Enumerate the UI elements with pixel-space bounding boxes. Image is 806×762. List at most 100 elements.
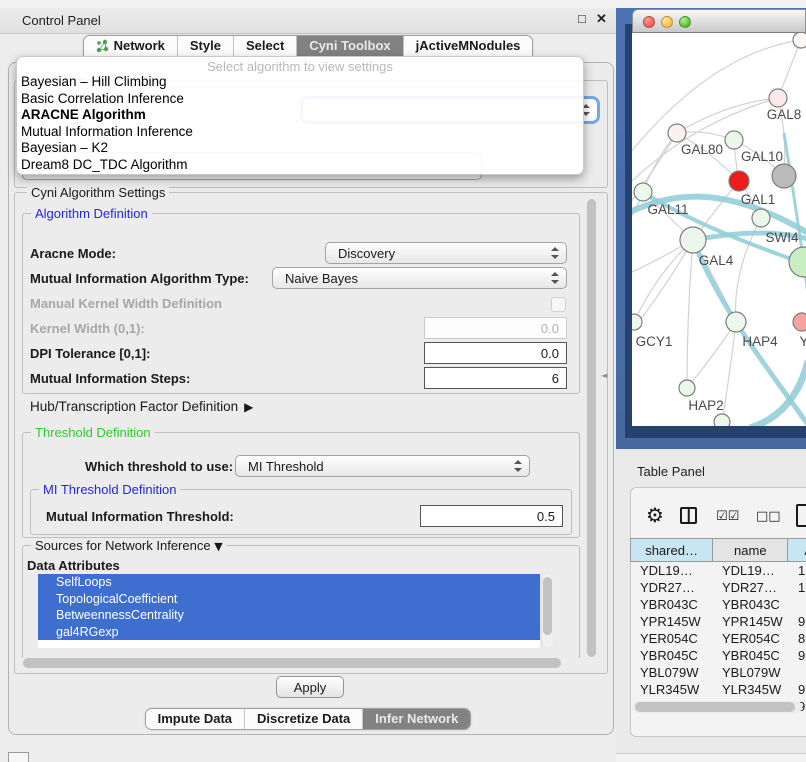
select-all-columns-icon[interactable]: ☑☑ (716, 509, 739, 524)
table-row[interactable]: YBL079WYBL079W (630, 664, 806, 681)
algorithm-option[interactable]: Bayesian – K2 (17, 140, 583, 157)
which-threshold-combobox[interactable]: MI Threshold (235, 455, 530, 477)
bottom-left-widget[interactable] (8, 752, 29, 762)
node-label: GAL11 (647, 202, 688, 217)
table-cell: YDR27… (630, 579, 712, 596)
node-hap2[interactable] (679, 380, 695, 396)
algorithm-list: Bayesian – Hill ClimbingBasic Correlatio… (17, 74, 583, 174)
mi-algorithm-type-combobox[interactable]: Naive Bayes (272, 267, 567, 289)
table-header-row: shared…nameA (630, 538, 806, 562)
bottom-strip (616, 753, 806, 762)
network-edge[interactable] (722, 322, 736, 422)
float-window-icon[interactable]: □ (578, 11, 586, 26)
mi-steps-field[interactable]: 6 (424, 367, 567, 389)
settings-group-title: Cyni Algorithm Settings (27, 185, 169, 200)
table-horizontal-scrollbar[interactable] (632, 701, 802, 713)
network-edge[interactable] (687, 240, 693, 388)
table-row[interactable]: YER054CYER054C8. (630, 630, 806, 647)
gear-icon[interactable]: ⚙ (646, 503, 664, 527)
node-swi4[interactable] (752, 209, 770, 227)
algorithm-option[interactable]: Bayesian – Hill Climbing (17, 74, 583, 91)
data-attribute-item[interactable]: SelfLoops (38, 574, 540, 591)
settings-horizontal-scrollbar[interactable] (20, 657, 582, 669)
apply-button[interactable]: Apply (276, 676, 344, 698)
algorithm-option[interactable]: Dream8 DC_TDC Algorithm (17, 157, 583, 174)
node-gal1[interactable] (729, 171, 749, 191)
table-cell: YPR145W (630, 613, 712, 630)
sources-title[interactable]: Sources for Network Inference ▼ (31, 538, 227, 553)
tab-network[interactable]: Network (84, 36, 177, 56)
node-y[interactable] (793, 313, 806, 331)
settings-vertical-scrollbar[interactable] (586, 196, 597, 668)
deselect-all-columns-icon[interactable]: □□ (756, 509, 781, 524)
network-graph[interactable]: GAL8GAL80GAL10GAL1GAL11SWI4GAL4GCY1HAP4Y… (632, 33, 806, 426)
table-cell: YDL19… (712, 562, 788, 579)
aracne-mode-combobox[interactable]: Discovery (325, 242, 567, 264)
table-cell (788, 664, 806, 681)
attributes-list-scrollbar[interactable] (541, 574, 553, 648)
network-view[interactable]: GAL8GAL80GAL10GAL1GAL11SWI4GAL4GCY1HAP4Y… (632, 33, 806, 426)
tab-discretize-data[interactable]: Discretize Data (244, 709, 362, 729)
tab-select[interactable]: Select (233, 36, 296, 56)
node-gal11[interactable] (634, 183, 652, 201)
zoom-traffic-light[interactable] (679, 16, 691, 28)
table-row[interactable]: YLR345WYLR345W9. (630, 681, 806, 698)
tab-cyni-toolbox[interactable]: Cyni Toolbox (296, 36, 402, 56)
table-row[interactable]: YDR27…YDR27…12 (630, 579, 806, 596)
network-edge[interactable] (634, 240, 693, 322)
node-label: GAL4 (699, 253, 734, 268)
column-header[interactable]: shared… (631, 539, 712, 561)
spinner-icon (514, 460, 521, 472)
export-table-icon[interactable] (796, 504, 806, 527)
tab-style[interactable]: Style (177, 36, 233, 56)
algorithm-option[interactable]: Mutual Information Inference (17, 124, 583, 141)
node-biggreen[interactable] (789, 247, 806, 277)
table-cell: 8. (788, 630, 806, 647)
split-columns-icon[interactable] (680, 507, 697, 524)
node-gal4[interactable] (680, 227, 706, 253)
data-attributes-list[interactable]: SelfLoopsTopologicalCoefficientBetweenne… (38, 574, 540, 648)
node-gal80[interactable] (668, 124, 686, 142)
minimize-traffic-light[interactable] (661, 16, 673, 28)
algorithm-option[interactable]: ARACNE Algorithm (17, 107, 583, 124)
network-window-titlebar[interactable] (632, 9, 806, 33)
data-attributes-label: Data Attributes (27, 558, 120, 573)
mi-threshold-field[interactable]: 0.5 (420, 505, 563, 527)
node-label: GAL8 (767, 107, 802, 122)
algorithm-option[interactable]: Basic Correlation Inference (17, 91, 583, 108)
dpi-tolerance-field[interactable]: 0.0 (424, 342, 567, 364)
data-attribute-item[interactable]: TopologicalCoefficient (38, 591, 540, 608)
table-cell: YDR27… (712, 579, 788, 596)
manual-kernel-checkbox[interactable] (551, 297, 566, 312)
data-attribute-item[interactable]: BetweennessCentrality (38, 607, 540, 624)
close-icon[interactable]: ✕ (596, 11, 607, 27)
mi-threshold-label: Mutual Information Threshold: (46, 509, 234, 524)
hub-definition-toggle[interactable]: Hub/Transcription Factor Definition▶ (30, 399, 253, 414)
node-gcy1[interactable] (632, 314, 642, 330)
node-gray[interactable] (772, 164, 796, 188)
network-edge-highlighted[interactable] (750, 361, 806, 426)
tab-impute-data[interactable]: Impute Data (146, 709, 244, 729)
node-gal10[interactable] (725, 131, 743, 149)
table-row[interactable]: YBR045CYBR045C9. (630, 647, 806, 664)
kernel-width-field[interactable]: 0.0 (424, 317, 567, 339)
node-bottom[interactable] (714, 414, 730, 426)
tab-jactivemnodules[interactable]: jActiveMNodules (403, 36, 533, 56)
splitpane-handle-icon[interactable]: ◄ (601, 371, 607, 380)
column-header[interactable]: name (712, 539, 787, 561)
network-edge[interactable] (632, 98, 778, 183)
close-traffic-light[interactable] (643, 16, 655, 28)
node-hap4[interactable] (726, 312, 746, 332)
expand-right-icon: ▶ (244, 400, 253, 414)
table-row[interactable]: YBR043CYBR043C (630, 596, 806, 613)
node-gal8[interactable] (769, 89, 787, 107)
node-top-partial[interactable] (793, 33, 806, 48)
table-cell: YDL19… (630, 562, 712, 579)
table-row[interactable]: YDL19…YDL19…13 (630, 562, 806, 579)
data-attribute-item[interactable]: gal4RGexp (38, 624, 540, 641)
table-row[interactable]: YPR145WYPR145W9. (630, 613, 806, 630)
column-header[interactable]: A (787, 539, 806, 561)
tab-infer-network[interactable]: Infer Network (362, 709, 470, 729)
spinner-icon (551, 272, 558, 284)
manual-kernel-label: Manual Kernel Width Definition (30, 296, 222, 311)
